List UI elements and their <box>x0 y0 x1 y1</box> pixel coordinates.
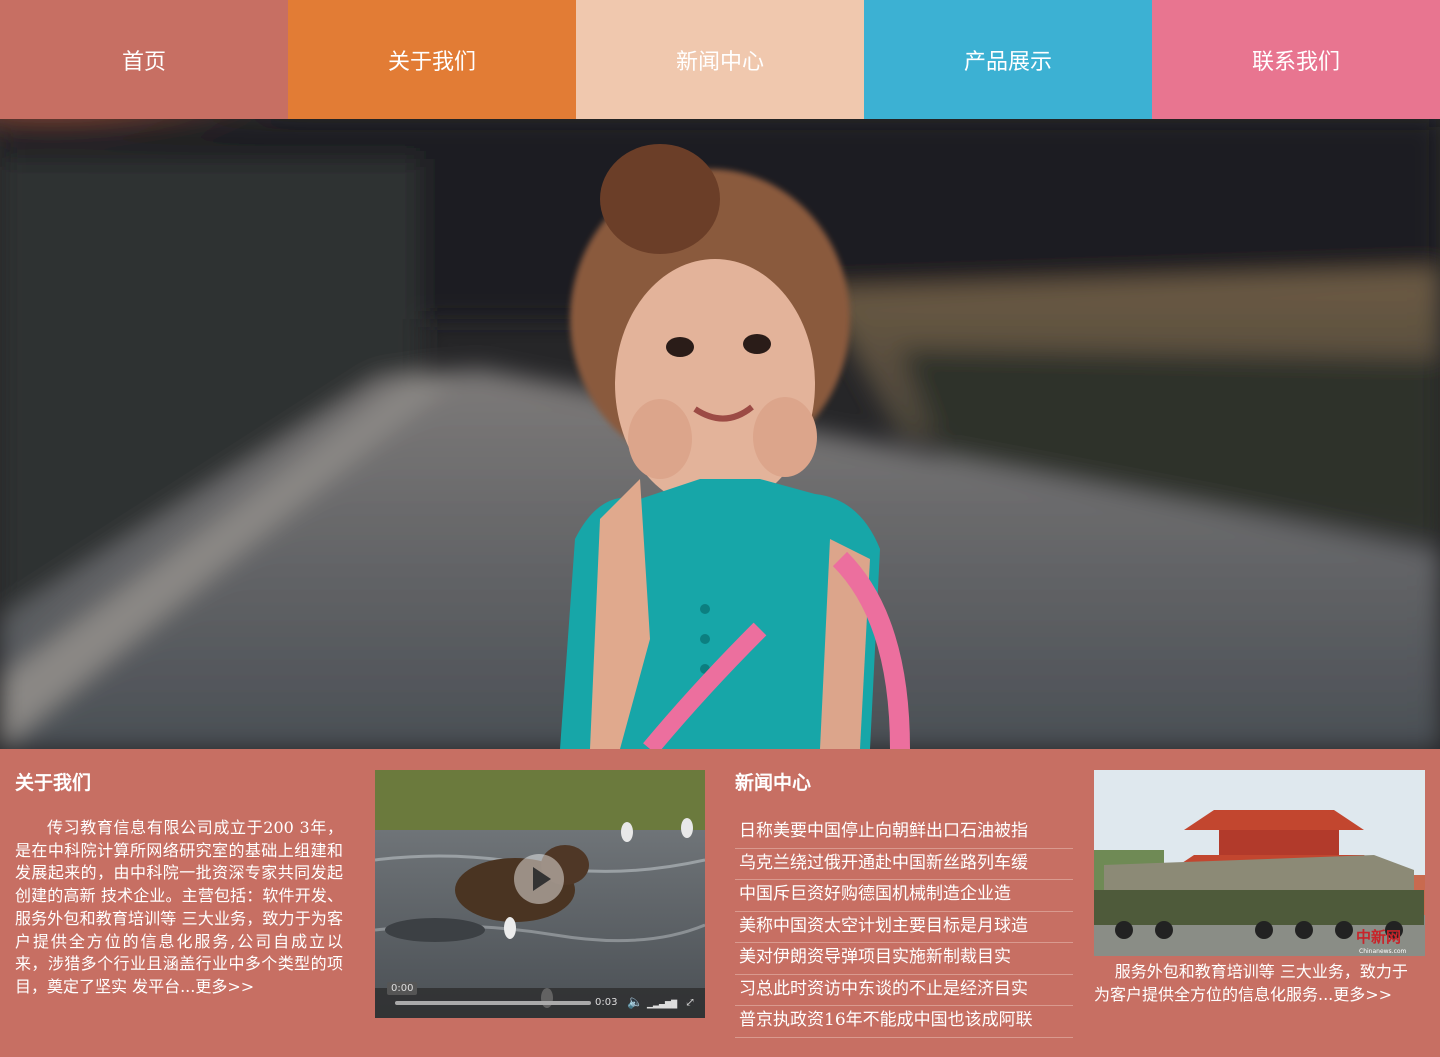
play-icon[interactable] <box>514 854 564 904</box>
about-more-link[interactable]: 更多>> <box>195 977 254 996</box>
nav-news-label: 新闻中心 <box>675 49 764 75</box>
top-nav: 首页 关于我们 新闻中心 产品展示 联系我们 <box>0 0 1440 119</box>
nav-contact[interactable]: 联系我们 <box>1152 0 1440 119</box>
news-item[interactable]: 普京执政资16年不能成中国也该成阿联 <box>735 1006 1073 1038</box>
news-list: 日称美要中国停止向朝鲜出口石油被指 乌克兰绕过俄开通赴中国新丝路列车缓 中国斥巨… <box>735 817 1073 1038</box>
watermark-sub: Chinanews.com <box>1359 948 1407 955</box>
news-section: 新闻中心 日称美要中国停止向朝鲜出口石油被指 乌克兰绕过俄开通赴中国新丝路列车缓… <box>735 769 1073 1038</box>
nav-products-label: 产品展示 <box>963 49 1052 75</box>
news-item[interactable]: 中国斥巨资好购德国机械制造企业造 <box>735 880 1073 912</box>
video-controls: 0:00 0:03 🔈 ▁▂▃▅▆ ⤢ <box>375 982 705 1018</box>
volume-bars-icon[interactable]: ▁▂▃▅▆ <box>647 998 677 1009</box>
news-item[interactable]: 日称美要中国停止向朝鲜出口石油被指 <box>735 817 1073 849</box>
photo-illustration: 中新网 Chinanews.com <box>1094 770 1425 956</box>
news-item[interactable]: 习总此时资访中东谈的不止是经济目实 <box>735 975 1073 1006</box>
nav-contact-label: 联系我们 <box>1251 49 1340 75</box>
news-item[interactable]: 美称中国资太空计划主要目标是月球造 <box>735 912 1073 943</box>
volume-icon[interactable]: 🔈 <box>627 995 643 1010</box>
news-item[interactable]: 乌克兰绕过俄开通赴中国新丝路列车缓 <box>735 849 1073 880</box>
progress-bar[interactable] <box>395 1001 591 1005</box>
about-section: 关于我们 传习教育信息有限公司成立于200 3年，是在中科院计算所网络研究室的基… <box>15 769 343 999</box>
nav-home[interactable]: 首页 <box>0 0 288 119</box>
fullscreen-icon[interactable]: ⤢ <box>685 995 695 1009</box>
photo-more-link[interactable]: 更多>> <box>1333 985 1392 1004</box>
nav-home-label: 首页 <box>121 49 166 75</box>
content-section: 关于我们 传习教育信息有限公司成立于200 3年，是在中科院计算所网络研究室的基… <box>0 749 1440 1057</box>
watermark: 中新网 <box>1356 928 1401 946</box>
news-title: 新闻中心 <box>735 772 812 794</box>
duration: 0:03 <box>595 997 618 1008</box>
about-text: 传习教育信息有限公司成立于200 3年，是在中科院计算所网络研究室的基础上组建和… <box>15 817 343 999</box>
news-item[interactable]: 美对伊朗资导弹项目实施新制裁目实 <box>735 943 1073 975</box>
nav-products[interactable]: 产品展示 <box>864 0 1152 119</box>
about-body: 传习教育信息有限公司成立于200 3年，是在中科院计算所网络研究室的基础上组建和… <box>15 818 343 996</box>
nav-about[interactable]: 关于我们 <box>288 0 576 119</box>
hero-illustration <box>0 119 1440 749</box>
nav-news[interactable]: 新闻中心 <box>576 0 864 119</box>
video-player[interactable]: 0:00 0:03 🔈 ▁▂▃▅▆ ⤢ <box>375 770 705 1018</box>
current-time: 0:00 <box>387 982 418 995</box>
about-title: 关于我们 <box>15 772 92 794</box>
photo-caption: 服务外包和教育培训等 三大业务，致力于为客户提供全方位的信息化服务...更多>> <box>1094 960 1414 1006</box>
hero-banner-image <box>0 119 1440 749</box>
product-photo: 中新网 Chinanews.com <box>1094 770 1425 956</box>
nav-about-label: 关于我们 <box>387 49 476 75</box>
